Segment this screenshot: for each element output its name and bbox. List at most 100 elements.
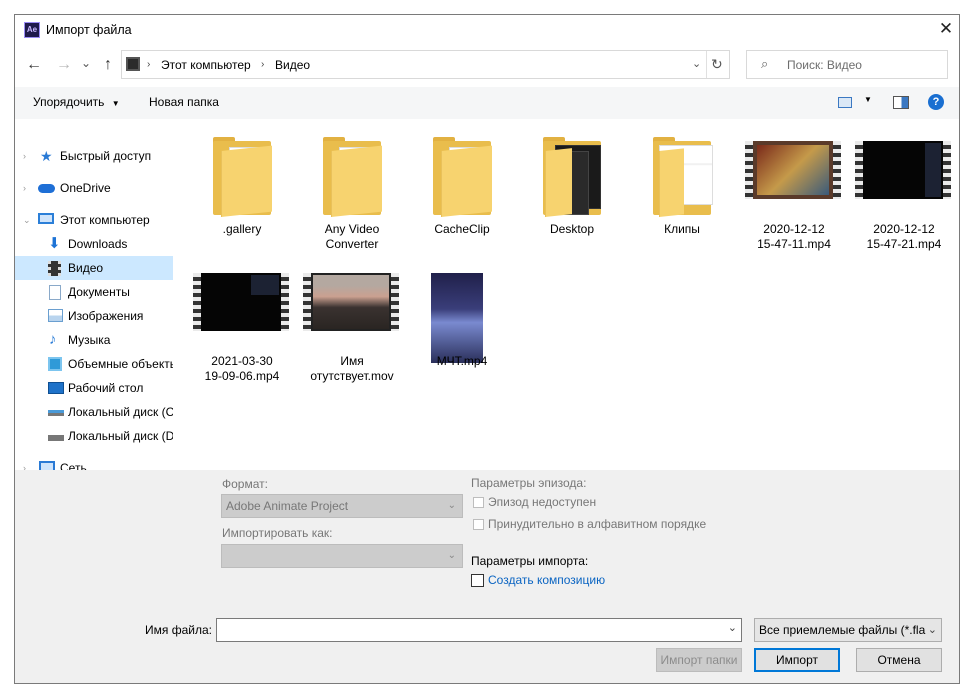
sidebar-item-3d-objects[interactable]: Объемные объекты [15, 352, 173, 376]
sidebar-item-label: Локальный диск (C [68, 405, 173, 419]
import-button[interactable]: Импорт [754, 648, 840, 672]
sidebar-item-images[interactable]: Изображения [15, 304, 173, 328]
new-folder-button[interactable]: Новая папка [149, 95, 219, 109]
cube-icon [48, 357, 62, 371]
up-icon[interactable]: ↑ [97, 54, 119, 76]
video-file-item[interactable]: Имя отутствует.mov [299, 257, 405, 385]
drive-icon [48, 435, 64, 441]
import-file-dialog: Ae Импорт файла ✕ ← → ⌄ ↑ › Этот компьют… [14, 14, 960, 684]
chevron-down-icon: ⌄ [927, 624, 937, 636]
video-file-item[interactable]: 2021-03-30 19-09-06.mp4 [189, 257, 295, 385]
video-file-item[interactable]: МЧТ.mp4 [409, 257, 515, 385]
file-name: Имя отутствует.mov [310, 354, 394, 383]
address-bar[interactable]: › Этот компьютер › Видео ⌄ ↻ [121, 50, 730, 79]
alphabetical-label: Принудительно в алфавитном порядке [488, 517, 707, 531]
view-dropdown-icon[interactable]: ▼ [864, 95, 872, 104]
folder-item[interactable]: CacheClip [409, 125, 515, 253]
drive-icon [48, 410, 64, 416]
file-name: МЧТ.mp4 [436, 354, 488, 368]
folder-item[interactable]: Клипы [629, 125, 735, 253]
sidebar-item-label: Видео [68, 261, 104, 275]
image-icon [48, 309, 63, 322]
episode-unavailable-label: Эпизод недоступен [488, 495, 597, 509]
sidebar-item-label: OneDrive [60, 181, 111, 195]
search-placeholder: Поиск: Видео [787, 58, 862, 72]
file-name: 2021-03-30 19-09-06.mp4 [204, 354, 280, 383]
video-thumbnail [855, 141, 951, 199]
chevron-down-icon: ⌄ [23, 215, 31, 225]
chevron-down-icon: ⌄ [447, 550, 456, 561]
download-icon: ⬇ [48, 235, 61, 252]
forward-icon[interactable]: → [53, 54, 75, 76]
import-params-label: Параметры импорта: [471, 554, 589, 568]
video-file-item[interactable]: 2020-12-12 15-47-21.mp4 [851, 125, 957, 253]
after-effects-icon: Ae [24, 22, 40, 38]
filename-input[interactable]: ⌄ [216, 618, 742, 642]
create-composition-checkbox[interactable] [471, 574, 484, 587]
episode-params-label: Параметры эпизода: [471, 476, 587, 490]
import-as-select[interactable]: ⌄ [221, 544, 463, 568]
chevron-right-icon: › [23, 151, 26, 161]
video-file-item[interactable]: 2020-12-12 15-47-11.mp4 [741, 125, 847, 253]
video-folder-icon [126, 57, 140, 71]
breadcrumb-this-pc[interactable]: Этот компьютер [161, 58, 251, 72]
sidebar-item-documents[interactable]: Документы [15, 280, 173, 304]
sidebar-item-label: Быстрый доступ [60, 149, 152, 163]
recent-locations-icon[interactable]: ⌄ [75, 52, 97, 74]
import-options-panel: Формат: Adobe Animate Project ⌄ Импортир… [15, 470, 959, 683]
address-dropdown-icon[interactable]: ⌄ [692, 57, 701, 70]
episode-unavailable-checkbox[interactable] [473, 497, 484, 508]
desktop-icon [48, 382, 64, 394]
breadcrumb-separator-icon: › [261, 59, 265, 70]
folder-item[interactable]: .gallery [189, 125, 295, 253]
video-thumbnail [193, 273, 289, 331]
sidebar-item-this-pc[interactable]: ⌄ Этот компьютер [15, 208, 173, 232]
sidebar-item-local-disk-c[interactable]: Локальный диск (C [15, 400, 173, 424]
search-input[interactable]: ⌕ Поиск: Видео [746, 50, 948, 79]
back-icon[interactable]: ← [23, 54, 45, 76]
breadcrumb-separator-icon: › [147, 59, 151, 70]
address-divider [706, 51, 707, 78]
view-icon[interactable] [838, 97, 852, 108]
create-composition-label[interactable]: Создать композицию [488, 573, 605, 587]
format-select[interactable]: Adobe Animate Project ⌄ [221, 494, 463, 518]
chevron-down-icon[interactable]: ⌄ [728, 621, 737, 634]
file-name: 2020-12-12 15-47-21.mp4 [866, 222, 942, 251]
cancel-button[interactable]: Отмена [856, 648, 942, 672]
sidebar-item-label: Рабочий стол [68, 381, 144, 395]
video-thumbnail [745, 141, 841, 199]
sidebar-item-label: Downloads [68, 237, 128, 251]
organize-button[interactable]: Упорядочить ▼ [33, 95, 120, 109]
sidebar-item-quick-access[interactable]: › ★ Быстрый доступ [15, 144, 173, 168]
chevron-down-icon: ▼ [111, 99, 120, 108]
sidebar-item-onedrive[interactable]: › OneDrive [15, 176, 173, 200]
sidebar-item-downloads[interactable]: ⬇ Downloads [15, 232, 173, 256]
sidebar-item-video[interactable]: Видео [15, 256, 173, 280]
close-icon[interactable]: ✕ [935, 18, 957, 40]
navigation-pane: › ★ Быстрый доступ › OneDrive ⌄ Этот ком… [15, 125, 173, 475]
sidebar-item-label: Изображения [68, 309, 144, 323]
sidebar-item-desktop[interactable]: Рабочий стол [15, 376, 173, 400]
organize-label: Упорядочить [33, 95, 105, 109]
sidebar-item-music[interactable]: ♪ Музыка [15, 328, 173, 352]
search-icon: ⌕ [761, 56, 769, 71]
filetype-select[interactable]: Все приемлемые файлы (*.fla ⌄ [754, 618, 942, 642]
import-folder-button[interactable]: Импорт папки [656, 648, 742, 672]
window-title: Импорт файла [46, 23, 132, 37]
alphabetical-checkbox[interactable] [473, 519, 484, 530]
help-icon[interactable]: ? [928, 94, 944, 110]
breadcrumb-video[interactable]: Видео [275, 58, 310, 72]
film-strip-icon [855, 141, 863, 199]
sidebar-item-local-disk-d[interactable]: Локальный диск (D [15, 424, 173, 448]
file-name: Any Video Converter [324, 222, 380, 251]
format-label: Формат: [222, 477, 268, 491]
refresh-icon[interactable]: ↻ [711, 56, 723, 73]
file-list: .gallery Any Video Converter CacheClip D… [185, 125, 955, 470]
film-strip-icon [303, 273, 311, 331]
preview-pane-icon[interactable] [893, 96, 909, 109]
folder-item[interactable]: Any Video Converter [299, 125, 405, 253]
import-as-label: Импортировать как: [222, 526, 333, 540]
file-name: Desktop [549, 222, 595, 236]
folder-item[interactable]: Desktop [519, 125, 625, 253]
film-strip-icon [745, 141, 753, 199]
